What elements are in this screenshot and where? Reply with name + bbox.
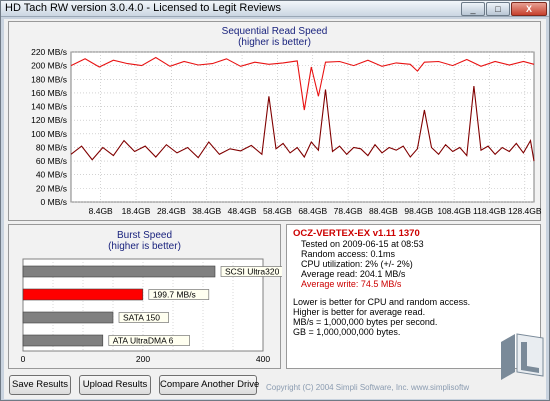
burst-speed-chart: 0 200 400 SCSI Ultra320 199.7 MB/s SATA 150 AT… — [21, 258, 282, 364]
burst-x-tick-label: 0 — [21, 354, 26, 364]
legit-reviews-logo — [501, 333, 544, 380]
note-gb-definition: GB = 1,000,000,000 bytes. — [293, 327, 401, 337]
burst-x-tick-label: 400 — [256, 354, 270, 364]
upload-results-button[interactable]: Upload Results — [79, 375, 151, 395]
close-button[interactable]: X — [511, 2, 547, 16]
burst-bar — [22, 265, 216, 278]
app-window: HD Tach RW version 3.0.4.0 - Licensed to… — [0, 0, 550, 401]
burst-bar-label: SCSI Ultra320 — [225, 267, 280, 277]
client-area: Sequential Read Speed (higher is better)… — [4, 19, 546, 399]
plot-area — [70, 51, 535, 203]
y-tick-label: 220 MB/s — [31, 47, 67, 57]
y-tick-label: 100 MB/s — [31, 129, 67, 139]
window-title: HD Tach RW version 3.0.4.0 - Licensed to… — [5, 2, 281, 14]
y-tick-label: 120 MB/s — [31, 115, 67, 125]
x-tick-label: 48.4GB — [228, 206, 257, 216]
drive-name: OCZ-VERTEX-EX v1.11 1370 — [293, 228, 420, 239]
y-tick-label: 160 MB/s — [31, 88, 67, 98]
burst-bar — [22, 334, 104, 347]
x-tick-label: 38.4GB — [192, 206, 221, 216]
copyright-footer: Copyright (C) 2004 Simpli Software, Inc.… — [266, 383, 470, 392]
x-tick-label: 18.4GB — [122, 206, 151, 216]
maximize-button[interactable]: □ — [486, 2, 510, 16]
y-tick-label: 200 MB/s — [31, 61, 67, 71]
note-higher-better: Higher is better for average read. — [293, 307, 426, 317]
title-bar: HD Tach RW version 3.0.4.0 - Licensed to… — [1, 1, 549, 17]
cpu-utilization: CPU utilization: 2% (+/- 2%) — [301, 259, 413, 269]
burst-bar — [22, 288, 144, 301]
x-tick-label: 78.4GB — [334, 206, 363, 216]
read-speed-panel: Sequential Read Speed (higher is better)… — [8, 21, 542, 221]
test-date: Tested on 2009-06-15 at 08:53 — [301, 239, 424, 249]
random-access: Random access: 0.1ms — [301, 249, 396, 259]
burst-speed-panel: Burst Speed (higher is better) 0 200 400 SC… — [8, 224, 282, 369]
compare-drive-button[interactable]: Compare Another Drive — [159, 375, 259, 395]
x-tick-label: 118.4GB — [473, 206, 506, 216]
y-tick-label: 60 MB/s — [36, 156, 67, 166]
burst-bar-label: SATA 150 — [123, 313, 160, 323]
x-tick-label: 68.4GB — [298, 206, 327, 216]
y-tick-label: 0 MB/s — [41, 197, 67, 207]
x-tick-label: 88.4GB — [369, 206, 398, 216]
note-lower-better: Lower is better for CPU and random acces… — [293, 297, 471, 307]
y-tick-label: 140 MB/s — [31, 102, 67, 112]
average-write: Average write: 74.5 MB/s — [301, 279, 402, 289]
burst-bar — [22, 311, 114, 324]
y-tick-label: 80 MB/s — [36, 142, 67, 152]
note-mbs-definition: MB/s = 1,000,000 bytes per second. — [293, 317, 438, 327]
x-tick-label: 8.4GB — [89, 206, 113, 216]
x-tick-label: 28.4GB — [157, 206, 186, 216]
average-read: Average read: 204.1 MB/s — [301, 269, 406, 279]
save-results-button[interactable]: Save Results — [9, 375, 71, 395]
window-controls: _ □ X — [461, 2, 547, 16]
x-tick-label: 108.4GB — [437, 206, 471, 216]
burst-bar-label: 199.7 MB/s — [153, 290, 196, 300]
x-tick-label: 98.4GB — [404, 206, 433, 216]
burst-bar-label: ATA UltraDMA 6 — [113, 336, 174, 346]
burst-x-tick-label: 200 — [136, 354, 150, 364]
y-tick-label: 20 MB/s — [36, 183, 67, 193]
y-tick-label: 40 MB/s — [36, 170, 67, 180]
read-speed-chart: 220 MB/s 200 MB/s 180 MB/s 160 MB/s 140 MB/s… — [31, 47, 542, 216]
x-tick-label: 128.4GB — [508, 206, 542, 216]
y-tick-label: 180 MB/s — [31, 74, 67, 84]
x-tick-label: 58.4GB — [263, 206, 292, 216]
minimize-button[interactable]: _ — [461, 2, 485, 16]
